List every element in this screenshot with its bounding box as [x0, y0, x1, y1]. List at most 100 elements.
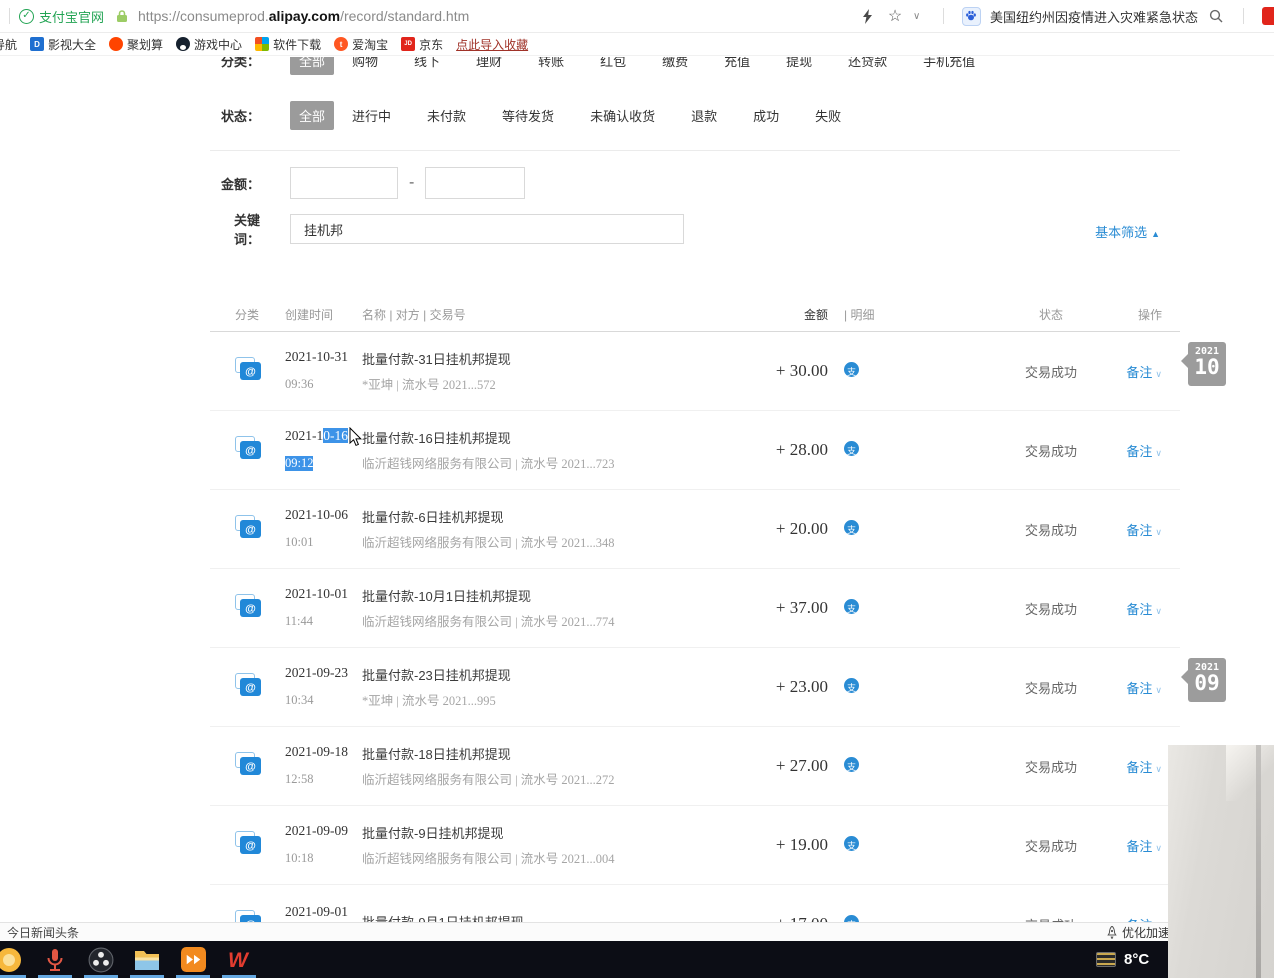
transaction-amount: + 28.00 [708, 440, 828, 460]
hot-news-ticker[interactable]: 美国纽约州因疫情进入灾难紧急状态 [990, 7, 1198, 26]
header-amount: 金额 [708, 306, 828, 323]
alipay-detail-icon[interactable] [844, 915, 859, 922]
category-filter-3[interactable]: 理财 [476, 57, 502, 75]
taskbar-folder-icon[interactable] [124, 941, 170, 978]
transaction-status: 交易成功 [1001, 836, 1101, 855]
keyword-label: 关键词： [210, 210, 260, 248]
transaction-date: 2021-10-31 [285, 349, 362, 365]
alipay-detail-icon[interactable] [844, 362, 859, 377]
remark-link[interactable]: 备注∨ [1101, 678, 1162, 697]
transaction-row: 2021-10-06 10:01 批量付款-6日挂机邦提现 临沂超钱网络服务有限… [210, 490, 1180, 569]
taskbar-obs-icon[interactable] [78, 941, 124, 978]
category-filter-2[interactable]: 线下 [414, 57, 440, 75]
bookmark-item[interactable]: t爱淘宝 [334, 36, 388, 53]
bookmark-item[interactable]: 软件下载 [255, 36, 321, 53]
status-filter-6[interactable]: 成功 [753, 101, 779, 130]
input-method-icon[interactable] [1096, 952, 1116, 967]
keyword-input[interactable] [290, 214, 684, 244]
remark-link[interactable]: 备注∨ [1101, 599, 1162, 618]
remark-link[interactable]: 备注∨ [1101, 362, 1162, 381]
baidu-paw-icon[interactable] [962, 7, 981, 26]
penguin-bookmark-icon [176, 37, 190, 51]
category-filter-7[interactable]: 充值 [724, 57, 750, 75]
bookmark-item[interactable]: 点此导入收藏 [456, 36, 528, 53]
alipay-detail-icon[interactable] [844, 836, 859, 851]
status-filter-1[interactable]: 进行中 [352, 101, 391, 130]
bookmark-label: 游戏中心 [194, 36, 242, 53]
alipay-detail-icon[interactable] [844, 520, 859, 535]
remark-link[interactable]: 备注∨ [1101, 441, 1162, 460]
site-verification-badge[interactable]: ✓ 支付宝官网 [19, 7, 104, 26]
transaction-title: 批量付款-23日挂机邦提现 [362, 665, 708, 684]
batch-payment-icon [235, 436, 262, 460]
status-filter-0[interactable]: 全部 [290, 101, 334, 130]
alipay-detail-icon[interactable] [844, 757, 859, 772]
jd-bookmark-icon: JD [401, 37, 415, 51]
browser-extension-icon[interactable] [1262, 7, 1274, 25]
taskbar-bandicam-icon[interactable] [170, 941, 216, 978]
category-filter-10[interactable]: 手机充值 [923, 57, 975, 75]
remark-link[interactable]: 备注∨ [1101, 757, 1162, 776]
bookmark-item[interactable]: 导航 [0, 36, 17, 53]
transaction-row: 2021-09-09 10:18 批量付款-9日挂机邦提现 临沂超钱网络服务有限… [210, 806, 1180, 885]
category-filter-4[interactable]: 转账 [538, 57, 564, 75]
status-filter-5[interactable]: 退款 [691, 101, 717, 130]
bookmark-star-icon[interactable]: ☆ [886, 7, 904, 25]
amount-max-input[interactable] [425, 167, 525, 199]
bookmark-item[interactable]: JD京东 [401, 36, 443, 53]
rocket-icon [1106, 926, 1118, 939]
remark-link[interactable]: 备注∨ [1101, 915, 1162, 923]
chevron-down-icon[interactable]: ∨ [913, 11, 925, 22]
status-filter-2[interactable]: 未付款 [427, 101, 466, 130]
bookmark-item[interactable]: D影视大全 [30, 36, 96, 53]
amount-min-input[interactable] [290, 167, 398, 199]
taskbar-weather: 8°C [1096, 951, 1149, 968]
taskbar-microphone-icon[interactable] [32, 941, 78, 978]
taskbar-wps-icon[interactable]: W [216, 941, 262, 978]
category-filter-9[interactable]: 还贷款 [848, 57, 887, 75]
taskbar-app-circle-icon[interactable] [0, 941, 32, 978]
status-filter-7[interactable]: 失败 [815, 101, 841, 130]
bookmark-item[interactable]: 游戏中心 [176, 36, 242, 53]
bookmark-label: 导航 [0, 36, 17, 53]
browser-address-bar[interactable]: ✓ 支付宝官网 https://consumeprod.alipay.com/r… [0, 0, 1274, 33]
remark-link[interactable]: 备注∨ [1101, 836, 1162, 855]
status-filter-3[interactable]: 等待发货 [502, 101, 554, 130]
alipay-detail-icon[interactable] [844, 599, 859, 614]
header-status: 状态 [1001, 306, 1101, 323]
basic-filter-toggle[interactable]: 基本筛选▲ [1095, 222, 1160, 241]
divider [943, 8, 944, 24]
remark-link[interactable]: 备注∨ [1101, 520, 1162, 539]
transaction-time: 09:12 [285, 456, 313, 471]
transaction-date: 2021-10-06 [285, 507, 362, 523]
temperature-label: 8°C [1124, 951, 1149, 968]
transaction-subtitle: 临沂超钱网络服务有限公司 | 流水号 2021...723 [362, 453, 708, 472]
transaction-row: 2021-09-23 10:34 批量付款-23日挂机邦提现 *亚坤 | 流水号… [210, 648, 1180, 727]
category-filter-1[interactable]: 购物 [352, 57, 378, 75]
bookmark-item[interactable]: 聚划算 [109, 36, 163, 53]
url-text[interactable]: https://consumeprod.alipay.com/record/st… [138, 8, 469, 24]
chevron-down-icon: ∨ [1155, 369, 1162, 379]
transaction-title: 批量付款-6日挂机邦提现 [362, 507, 708, 526]
category-filter-5[interactable]: 红包 [600, 57, 626, 75]
header-action: 操作 [1101, 306, 1162, 323]
category-filter-6[interactable]: 缴费 [662, 57, 688, 75]
bookmark-label: 爱淘宝 [352, 36, 388, 53]
alipay-detail-icon[interactable] [844, 441, 859, 456]
flash-speed-icon[interactable] [859, 7, 877, 25]
header-name: 名称 | 对方 | 交易号 [362, 306, 708, 323]
category-filter-0[interactable]: 全部 [290, 57, 334, 75]
status-filter-4[interactable]: 未确认收货 [590, 101, 655, 130]
batch-payment-icon [235, 357, 262, 381]
search-icon[interactable] [1207, 7, 1225, 25]
optimize-accelerate-link[interactable]: 优化加速 [1106, 924, 1170, 941]
chevron-down-icon: ∨ [1155, 764, 1162, 774]
taored-bookmark-icon [109, 37, 123, 51]
ssl-lock-icon [116, 9, 128, 23]
category-filter-8[interactable]: 提现 [786, 57, 812, 75]
batch-payment-icon [235, 673, 262, 697]
alipay-detail-icon[interactable] [844, 678, 859, 693]
chevron-down-icon: ∨ [1155, 843, 1162, 853]
news-headline-link[interactable]: 今日新闻头条 [7, 924, 79, 941]
transaction-table: 分类 创建时间 名称 | 对方 | 交易号 金额 | 明细 状态 操作 2021… [210, 298, 1180, 922]
